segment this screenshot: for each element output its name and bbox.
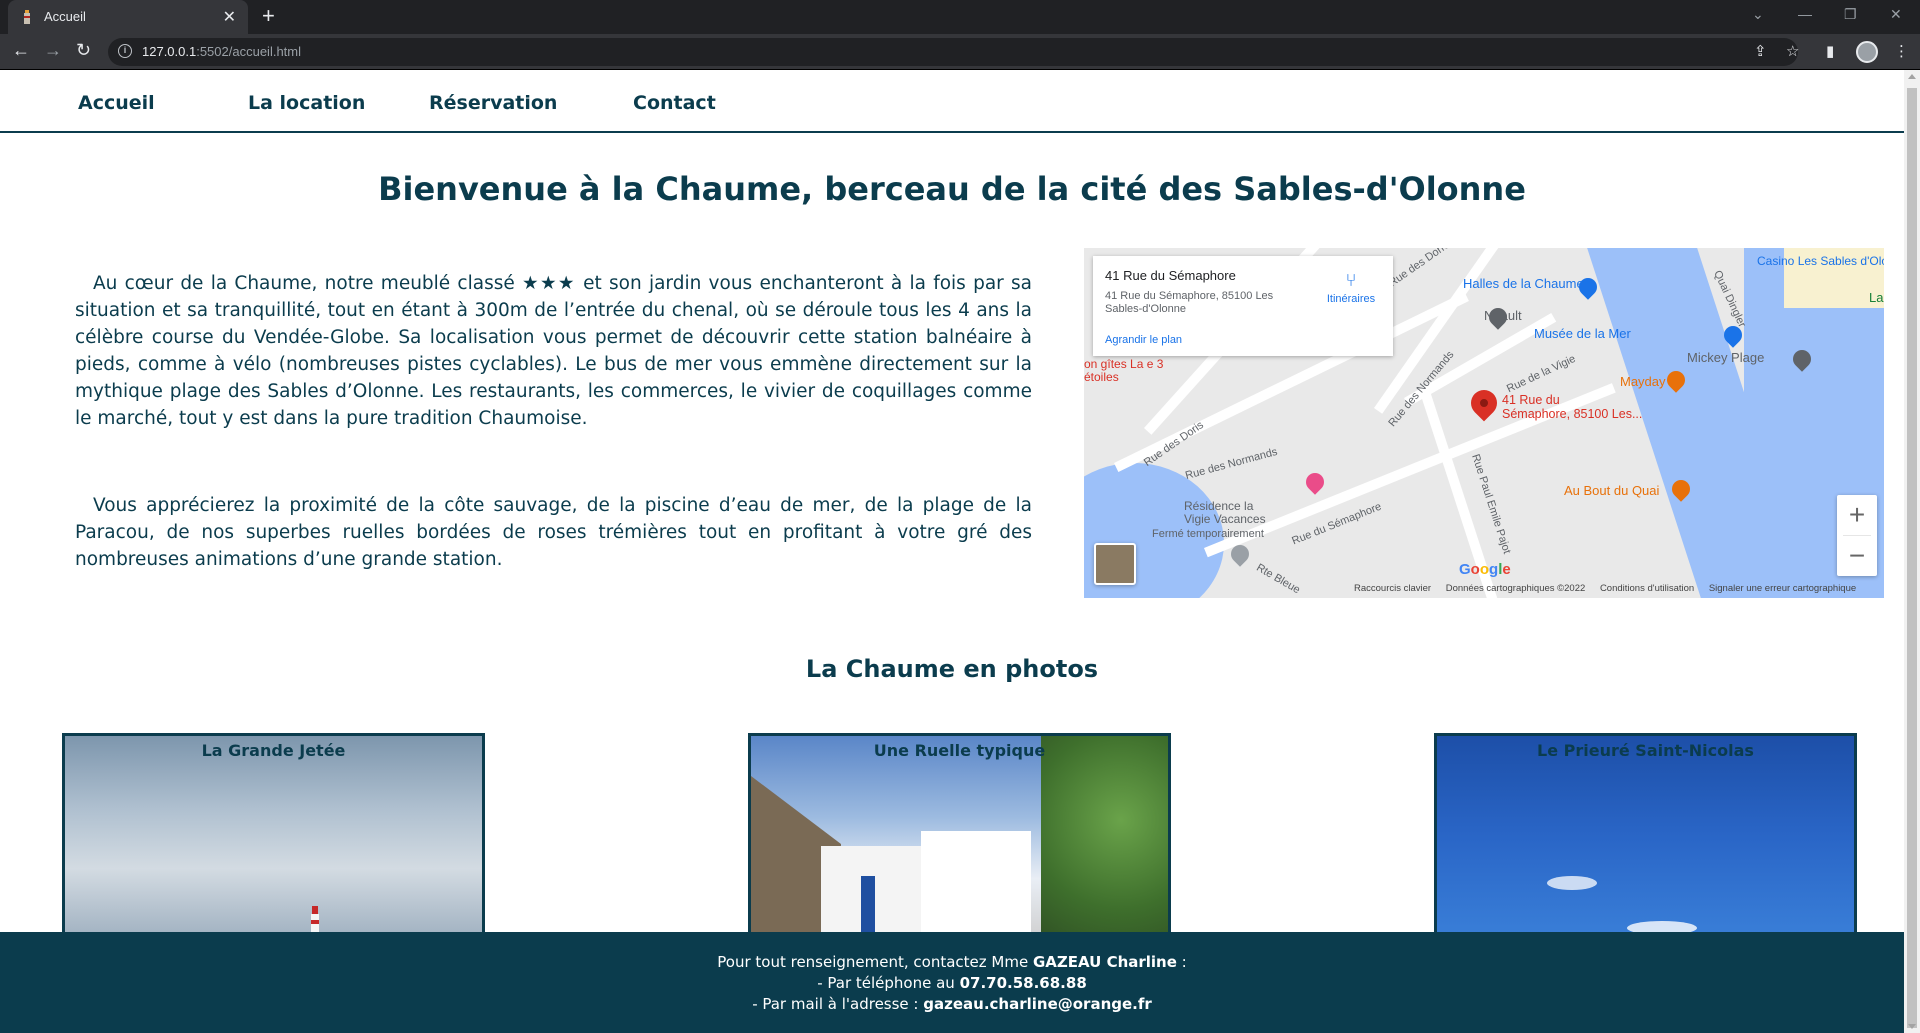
- map-label-rte-bleue: Rte Bleue: [1254, 561, 1303, 597]
- embedded-map[interactable]: Casino Les Sables d'Olonne Halles de la …: [1084, 248, 1884, 598]
- tab-title: Accueil: [44, 9, 86, 24]
- map-label-rue-vigie: Rue de la Vigie: [1504, 352, 1578, 396]
- footer-phone-line: - Par téléphone au 07.70.58.68.88: [817, 974, 1087, 992]
- zoom-in-icon[interactable]: +: [1837, 495, 1877, 535]
- photo-ruelle-typique[interactable]: Une Ruelle typique: [748, 733, 1171, 943]
- map-directions-button[interactable]: ⑂ Itinéraires: [1321, 270, 1381, 305]
- forward-icon[interactable]: →: [44, 40, 62, 61]
- browser-tabbar: Accueil ✕ + ⌄ — ❐ ✕: [0, 0, 1920, 34]
- browser-tab[interactable]: Accueil ✕: [8, 0, 248, 34]
- blue-shutter: [861, 876, 875, 936]
- close-window-icon[interactable]: ✕: [1890, 6, 1902, 23]
- map-label-aubout[interactable]: Au Bout du Quai: [1564, 483, 1659, 498]
- new-tab-icon[interactable]: +: [262, 3, 275, 29]
- scroll-up-icon[interactable]: [1908, 74, 1916, 79]
- footer-contact-name: GAZEAU Charline: [1032, 953, 1177, 971]
- site-info-icon[interactable]: i: [118, 44, 132, 58]
- photo-prieure-saint-nicolas[interactable]: Le Prieuré Saint-Nicolas: [1434, 733, 1857, 943]
- profile-avatar[interactable]: [1856, 41, 1878, 63]
- map-card-title: 41 Rue du Sémaphore: [1105, 268, 1236, 283]
- scrollbar-thumb[interactable]: [1907, 88, 1917, 1028]
- footer-email-line: - Par mail à l'adresse : gazeau.charline…: [752, 995, 1152, 1013]
- url-text[interactable]: 127.0.0.1:5502/accueil.html: [142, 44, 301, 59]
- map-label-residence[interactable]: Résidence la Vigie Vacances: [1184, 500, 1274, 526]
- reload-icon[interactable]: ↻: [76, 40, 91, 61]
- nav-la-location[interactable]: La location: [248, 92, 365, 114]
- directions-icon: ⑂: [1345, 270, 1357, 290]
- side-panel-icon[interactable]: ▮: [1826, 42, 1834, 60]
- map-label-rue-normands-2: Rue des Normands: [1184, 445, 1279, 483]
- map-label-ferme: Fermé temporairement: [1152, 528, 1264, 540]
- lighthouse-favicon-icon: [24, 10, 30, 24]
- bookmark-star-icon[interactable]: ☆: [1786, 42, 1799, 60]
- restore-icon[interactable]: ❐: [1844, 6, 1857, 23]
- map-label-mayday[interactable]: Mayday: [1620, 374, 1666, 389]
- map-satellite-toggle[interactable]: [1094, 543, 1136, 585]
- page-viewport: Accueil La location Réservation Contact …: [0, 70, 1904, 1033]
- zoom-out-icon[interactable]: −: [1837, 536, 1877, 576]
- google-logo: Google: [1459, 561, 1511, 578]
- white-house: [921, 831, 1031, 940]
- photo-grande-jetee[interactable]: La Grande Jetée: [62, 733, 485, 943]
- close-tab-icon[interactable]: ✕: [223, 7, 236, 27]
- photo-caption: Une Ruelle typique: [873, 741, 1046, 760]
- map-poi-residence-icon[interactable]: [1302, 469, 1328, 495]
- map-location-pin-icon[interactable]: [1465, 384, 1503, 422]
- map-attribution: Raccourcis clavier Données cartographiqu…: [1354, 583, 1868, 594]
- ivy-wall: [1041, 736, 1168, 940]
- page-scrollbar[interactable]: [1904, 70, 1920, 1033]
- map-label-casino[interactable]: Casino Les Sables d'Olonne: [1757, 254, 1884, 268]
- main-nav: Accueil La location Réservation Contact: [0, 70, 1904, 133]
- map-label-halles[interactable]: Halles de la Chaume: [1463, 276, 1584, 291]
- map-info-card: 41 Rue du Sémaphore 41 Rue du Sémaphore,…: [1093, 256, 1393, 356]
- map-zoom-control: + −: [1837, 495, 1877, 576]
- map-terms-link[interactable]: Conditions d'utilisation: [1600, 583, 1694, 594]
- map-pin-label[interactable]: 41 Rue du Sémaphore, 85100 Les...: [1502, 393, 1642, 421]
- map-label-musee[interactable]: Musée de la Mer: [1534, 326, 1631, 341]
- address-bar[interactable]: i 127.0.0.1:5502/accueil.html: [108, 38, 1798, 66]
- page-title: Bienvenue à la Chaume, berceau de la cit…: [378, 170, 1526, 208]
- footer-phone[interactable]: 07.70.58.68.88: [960, 974, 1087, 992]
- share-icon[interactable]: ⇪: [1754, 42, 1767, 60]
- menu-kebab-icon[interactable]: ⋮: [1894, 42, 1909, 60]
- map-report-error-link[interactable]: Signaler une erreur cartographique: [1709, 583, 1856, 594]
- map-label-mickey[interactable]: Mickey Plage: [1687, 350, 1764, 365]
- footer-contact-line: Pour tout renseignement, contactez Mme G…: [717, 953, 1187, 971]
- map-keyboard-shortcuts-link[interactable]: Raccourcis clavier: [1354, 583, 1431, 594]
- nav-reservation[interactable]: Réservation: [429, 92, 557, 114]
- minimize-icon[interactable]: —: [1798, 6, 1812, 22]
- map-label-rue-dorrs: Rue des Dorrs: [1386, 248, 1452, 290]
- intro-paragraph: Au cœur de la Chaume, notre meublé class…: [75, 273, 1032, 429]
- tab-search-icon[interactable]: ⌄: [1752, 6, 1764, 23]
- map-label-gites[interactable]: on gîtes La e 3 étoiles: [1084, 358, 1164, 384]
- nav-accueil[interactable]: Accueil: [78, 92, 155, 114]
- scroll-down-icon[interactable]: [1908, 1024, 1916, 1029]
- footer-email[interactable]: gazeau.charline@orange.fr: [923, 995, 1152, 1013]
- map-enlarge-link[interactable]: Agrandir le plan: [1105, 334, 1182, 346]
- map-data-credit: Données cartographiques ©2022: [1445, 583, 1586, 594]
- map-label-la: La: [1869, 290, 1884, 305]
- map-card-address: 41 Rue du Sémaphore, 85100 Les Sables-d'…: [1105, 290, 1274, 315]
- photos-heading: La Chaume en photos: [805, 655, 1099, 683]
- back-icon[interactable]: ←: [12, 40, 30, 61]
- surroundings-paragraph: Vous apprécierez la proximité de la côte…: [75, 495, 1032, 570]
- page-footer: Pour tout renseignement, contactez Mme G…: [0, 932, 1904, 1033]
- browser-toolbar: ← → ↻ i 127.0.0.1:5502/accueil.html ⇪ ☆ …: [0, 34, 1920, 70]
- nav-contact[interactable]: Contact: [633, 92, 716, 114]
- cloud: [1547, 876, 1597, 890]
- photo-caption: La Grande Jetée: [201, 741, 346, 760]
- photo-caption: Le Prieuré Saint-Nicolas: [1537, 741, 1754, 760]
